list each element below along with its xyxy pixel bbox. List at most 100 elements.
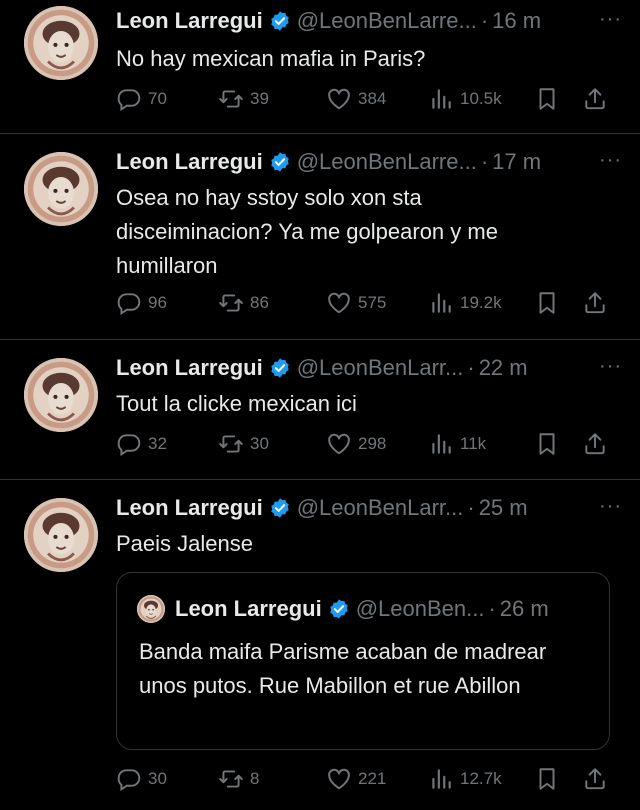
retweet-count: 8 (250, 769, 260, 788)
views-button[interactable]: 19.2k (428, 288, 502, 318)
views-count: 12.7k (460, 769, 502, 788)
like-icon (326, 290, 352, 316)
like-count: 298 (358, 434, 387, 453)
views-icon (428, 86, 454, 112)
like-icon (326, 431, 352, 457)
avatar[interactable] (24, 358, 98, 432)
share-button[interactable] (582, 429, 608, 459)
views-icon (428, 290, 454, 316)
share-button[interactable] (582, 288, 608, 318)
separator: · (480, 8, 489, 33)
share-icon (582, 86, 608, 112)
retweet-icon (218, 86, 244, 112)
quoted-timestamp[interactable]: 26 m (500, 596, 549, 622)
reply-count: 96 (148, 293, 167, 312)
author-name[interactable]: Leon Larregui (116, 149, 263, 175)
avatar[interactable] (24, 6, 98, 80)
quoted-author-name[interactable]: Leon Larregui (175, 596, 322, 622)
retweet-button[interactable]: 30 (218, 429, 269, 459)
tweet[interactable]: Leon Larregui @LeonBenLarre... · 17 m ··… (0, 134, 640, 340)
tweet-header: Leon Larregui @LeonBenLarr... · 22 m (116, 352, 580, 384)
verified-badge-icon (269, 357, 291, 379)
share-icon (582, 290, 608, 316)
tweet-text: Paeis Jalense (116, 531, 253, 556)
bookmark-icon (534, 86, 560, 112)
tweet[interactable]: Leon Larregui @LeonBenLarr... · 22 m ···… (0, 340, 640, 480)
avatar[interactable] (24, 152, 98, 226)
reply-button[interactable]: 96 (116, 288, 167, 318)
tweet[interactable]: Leon Larregui @LeonBenLarr... · 25 m ···… (0, 480, 640, 810)
tweet-header: Leon Larregui @LeonBenLarr... · 25 m (116, 492, 580, 524)
bookmark-button[interactable] (534, 84, 560, 114)
retweet-button[interactable]: 8 (218, 764, 259, 794)
reply-button[interactable]: 32 (116, 429, 167, 459)
retweet-icon (218, 766, 244, 792)
reply-button[interactable]: 30 (116, 764, 167, 794)
like-button[interactable]: 575 (326, 288, 386, 318)
avatar[interactable] (24, 498, 98, 572)
more-icon[interactable]: ··· (599, 355, 622, 378)
verified-badge-icon (269, 151, 291, 173)
quoted-tweet-text: Banda maifa Parisme acaban de madrear un… (139, 639, 547, 698)
reply-count: 70 (148, 89, 167, 108)
quoted-author-handle[interactable]: @LeonBen... (356, 596, 485, 622)
like-icon (326, 86, 352, 112)
tweet-text: Osea no hay sstoy solo xon sta disceimin… (116, 185, 498, 278)
retweet-button[interactable]: 39 (218, 84, 269, 114)
tweet[interactable]: Leon Larregui @LeonBenLarre... · 16 m ··… (0, 0, 640, 134)
like-count: 575 (358, 293, 387, 312)
verified-badge-icon (328, 598, 350, 620)
verified-badge-icon (269, 497, 291, 519)
like-button[interactable]: 298 (326, 429, 386, 459)
retweet-button[interactable]: 86 (218, 288, 269, 318)
bookmark-icon (534, 431, 560, 457)
views-count: 10.5k (460, 89, 502, 108)
share-button[interactable] (582, 84, 608, 114)
quoted-tweet[interactable]: Leon Larregui @LeonBen... · 26 m Banda m… (116, 572, 610, 750)
timestamp[interactable]: 17 m (492, 149, 541, 175)
views-button[interactable]: 11k (428, 429, 486, 459)
views-button[interactable]: 10.5k (428, 84, 502, 114)
more-icon[interactable]: ··· (599, 8, 622, 31)
more-icon[interactable]: ··· (599, 149, 622, 172)
like-button[interactable]: 221 (326, 764, 386, 794)
separator: · (467, 355, 475, 380)
separator: · (480, 149, 489, 174)
views-button[interactable]: 12.7k (428, 764, 502, 794)
retweet-icon (218, 431, 244, 457)
share-icon (582, 766, 608, 792)
views-icon (428, 431, 454, 457)
tweet-text: Tout la clicke mexican ici (116, 391, 357, 416)
reply-count: 30 (148, 769, 167, 788)
bookmark-button[interactable] (534, 764, 560, 794)
like-count: 221 (358, 769, 387, 788)
timestamp[interactable]: 16 m (492, 8, 541, 34)
author-handle[interactable]: @LeonBenLarre... (297, 8, 477, 34)
author-name[interactable]: Leon Larregui (116, 355, 263, 381)
author-name[interactable]: Leon Larregui (116, 495, 263, 521)
author-handle[interactable]: @LeonBenLarr... (297, 355, 464, 381)
more-icon[interactable]: ··· (599, 495, 622, 518)
tweet-text: No hay mexican mafia in Paris? (116, 46, 426, 71)
reply-count: 32 (148, 434, 167, 453)
timestamp[interactable]: 25 m (479, 495, 528, 521)
tweet-actions: 30 8 221 12.7k (116, 764, 618, 794)
author-handle[interactable]: @LeonBenLarre... (297, 149, 477, 175)
bookmark-button[interactable] (534, 288, 560, 318)
share-button[interactable] (582, 764, 608, 794)
verified-badge-icon (269, 10, 291, 32)
quoted-avatar[interactable] (137, 595, 165, 623)
views-count: 11k (460, 434, 487, 453)
retweet-count: 30 (250, 434, 269, 453)
reply-button[interactable]: 70 (116, 84, 167, 114)
bookmark-button[interactable] (534, 429, 560, 459)
separator: · (467, 495, 475, 520)
like-button[interactable]: 384 (326, 84, 386, 114)
reply-icon (116, 766, 142, 792)
author-name[interactable]: Leon Larregui (116, 8, 263, 34)
author-handle[interactable]: @LeonBenLarr... (297, 495, 464, 521)
retweet-icon (218, 290, 244, 316)
reply-icon (116, 86, 142, 112)
retweet-count: 86 (250, 293, 269, 312)
timestamp[interactable]: 22 m (479, 355, 528, 381)
